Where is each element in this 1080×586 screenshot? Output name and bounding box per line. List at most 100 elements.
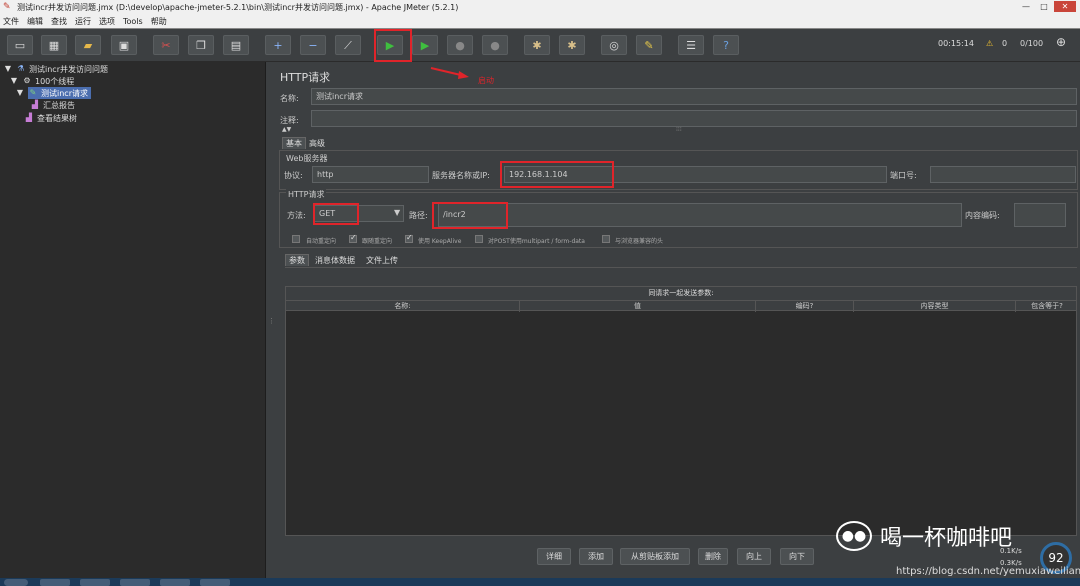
taskbar-app-3[interactable] [120,579,150,586]
minimize-button[interactable]: — [1018,1,1034,12]
content-encoding-label: 内容编码: [965,211,1000,220]
tree-node-results-tree[interactable]: ▟ 查看结果树 [24,112,77,124]
column-name[interactable]: 名称: [286,301,520,312]
paste-button[interactable]: ▤ [223,35,249,55]
start-orb-icon[interactable] [4,579,28,586]
add-button[interactable]: 添加 [579,548,613,565]
chevron-down-icon[interactable]: ▼ [394,208,400,217]
source-url: https://blog.csdn.net/yemuxiaweiliang [896,566,1080,577]
browser-headers-checkbox[interactable] [602,235,610,243]
follow-redirect-checkbox[interactable] [349,233,357,243]
content-encoding-field[interactable] [1014,203,1066,227]
port-label: 端口号: [890,171,917,180]
comment-field[interactable] [311,110,1077,127]
delete-button[interactable]: 删除 [698,548,728,565]
clear-icon: ✱ [532,38,542,52]
column-encode[interactable]: 编码? [756,301,854,312]
tab-advanced[interactable]: 高级 [306,138,328,150]
add-from-clipboard-button[interactable]: 从剪贴板添加 [620,548,690,565]
reset-search-button[interactable]: ✎ [636,35,662,55]
templates-button[interactable]: ▦ [41,35,67,55]
tree-node-thread-group[interactable]: ▼ ⚙ 100个线程 [9,75,74,87]
paste-icon: ▤ [230,38,242,52]
save-button[interactable]: ▣ [111,35,137,55]
keepalive-checkbox[interactable] [405,233,413,243]
stop-button[interactable]: ● [447,35,473,55]
tree-node-test-plan[interactable]: ▼ ⚗ 测试incr并发访问问题 [3,63,108,75]
taskbar-app-1[interactable] [40,579,70,586]
move-down-button[interactable]: 向下 [780,548,814,565]
menu-help[interactable]: 帮助 [151,16,167,27]
report-icon: ▟ [31,100,39,109]
menu-file[interactable]: 文件 [3,16,19,27]
panel-splitter[interactable]: ⋮ [266,62,275,578]
collapse-arrow-icon[interactable]: ▼ [3,64,13,74]
start-highlight-box [374,29,412,62]
menu-edit[interactable]: 编辑 [27,16,43,27]
tree-node-summary-report[interactable]: ▟ 汇总报告 [30,99,75,111]
auto-redirect-checkbox[interactable] [292,235,300,243]
copy-button[interactable]: ❐ [188,35,214,55]
start-annotation: 启动 [478,76,494,85]
maximize-button[interactable]: □ [1036,1,1052,12]
multipart-checkbox[interactable] [475,235,483,243]
tab-body-data[interactable]: 消息体数据 [312,255,358,267]
collapse-arrow-icon[interactable]: ▼ [9,76,19,86]
column-value[interactable]: 值 [520,301,756,312]
tab-basic[interactable]: 基本 [282,137,306,149]
menu-search[interactable]: 查找 [51,16,67,27]
menu-tools[interactable]: Tools [123,17,143,26]
path-highlight-box [432,202,508,229]
watermark-text: 喝一杯咖啡吧 [880,526,1013,551]
wechat-icon: ●● [836,521,872,551]
menu-options[interactable]: 选项 [99,16,115,27]
pen-icon: ✎ [29,88,37,97]
copy-icon: ❐ [196,38,206,52]
stop-icon: ● [455,38,465,52]
tree-node-http-sampler[interactable]: ▼ ✎ 测试incr请求 [15,87,265,99]
remote-start-icon[interactable]: ⊕ [1056,35,1066,49]
collapse-icon: − [308,38,318,52]
help-button[interactable]: ? [713,35,739,55]
taskbar-app-2[interactable] [80,579,110,586]
column-content-type[interactable]: 内容类型 [854,301,1016,312]
start-no-pause-button[interactable]: ▶ [412,35,438,55]
auto-redirect-label: 自动重定向 [306,238,337,245]
resize-grip-icon[interactable]: ⁝⁝⁝ [676,126,682,133]
toggle-icon: ⟋ [344,38,352,52]
tab-file-upload[interactable]: 文件上传 [363,255,401,267]
clear-all-button[interactable]: ✱ [559,35,585,55]
toggle-button[interactable]: ⟋ [335,35,361,55]
taskbar [0,578,1080,586]
function-helper-button[interactable]: ☰ [678,35,704,55]
taskbar-app-4[interactable] [160,579,190,586]
active-threads: 0/100 [1020,39,1044,48]
detail-button[interactable]: 详细 [537,548,571,565]
taskbar-app-5[interactable] [200,579,230,586]
new-button[interactable]: ▭ [7,35,33,55]
menu-run[interactable]: 运行 [75,16,91,27]
tab-parameters[interactable]: 参数 [285,254,309,266]
close-button[interactable]: ✕ [1054,1,1076,12]
collapse-button[interactable]: − [300,35,326,55]
column-include-equals[interactable]: 包含等于? [1016,301,1078,312]
search-button[interactable]: ◎ [601,35,627,55]
jmeter-feather-icon: ✎ [3,2,11,12]
function-helper-icon: ☰ [686,38,696,52]
protocol-label: 协议: [284,171,303,180]
path-field[interactable]: /incr2 [438,203,962,227]
collapse-arrow-icon[interactable]: ▼ [15,88,25,98]
test-plan-icon: ⚗ [17,64,25,73]
port-field[interactable] [930,166,1076,183]
move-up-button[interactable]: 向上 [737,548,771,565]
test-plan-tree: ▼ ⚗ 测试incr并发访问问题 ▼ ⚙ 100个线程 ▼ ✎ 测试incr请求… [0,62,266,578]
collapse-arrows-icon[interactable]: ▲▼ [282,126,291,133]
shutdown-button[interactable]: ● [482,35,508,55]
cut-button[interactable]: ✂ [153,35,179,55]
name-field[interactable]: 测试incr请求 [311,88,1077,105]
clear-button[interactable]: ✱ [524,35,550,55]
open-button[interactable]: ▰ [75,35,101,55]
multipart-label: 对POST使用multipart / form-data [488,238,585,245]
protocol-field[interactable]: http [312,166,429,183]
expand-button[interactable]: + [265,35,291,55]
